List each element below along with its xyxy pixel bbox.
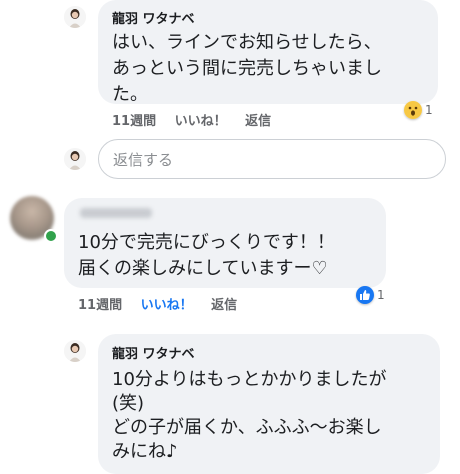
blurred-name-placeholder <box>80 208 152 218</box>
reply-button[interactable]: 返信 <box>245 114 271 129</box>
comment-time[interactable]: 11週間 <box>112 114 156 129</box>
comment-text: はい、ラインでお知らせしたら、 あっという間に完売しちゃいまし た。 <box>112 32 382 105</box>
wow-emoji-icon <box>404 101 422 119</box>
person-avatar-icon <box>64 340 86 362</box>
comment-text: 10分で完売にびっくりです！！ 届くの楽しみにしていますー♡ <box>78 232 335 279</box>
comment-author[interactable]: 龍羽 ワタナベ <box>112 8 195 27</box>
reply-button[interactable]: 返信 <box>211 298 237 313</box>
reply-input[interactable]: 返信する <box>98 139 446 179</box>
reaction-count[interactable]: 1 <box>404 101 433 119</box>
reaction-count[interactable]: 1 <box>356 286 385 304</box>
comment-actions: 11週間 いいね！ 返信 <box>112 110 285 129</box>
comment-text: 10分よりはもっとかかりましたが (笑) どの子が届くか、ふふふ〜お楽し みにね… <box>112 369 387 462</box>
like-thumb-icon <box>356 286 374 304</box>
person-avatar-icon <box>64 6 86 28</box>
person-avatar-icon <box>64 148 86 170</box>
comment-actions: 11週間 いいね！ 返信 <box>78 294 251 313</box>
author-avatar[interactable] <box>64 6 86 28</box>
comment-time[interactable]: 11週間 <box>78 298 122 313</box>
author-avatar[interactable] <box>64 340 86 362</box>
comment-author[interactable]: 龍羽 ワタナベ <box>112 343 195 362</box>
online-status-indicator <box>44 229 58 243</box>
like-button[interactable]: いいね！ <box>141 298 193 313</box>
current-user-avatar <box>64 148 86 170</box>
reply-placeholder: 返信する <box>113 151 174 169</box>
like-button[interactable]: いいね！ <box>175 114 227 129</box>
